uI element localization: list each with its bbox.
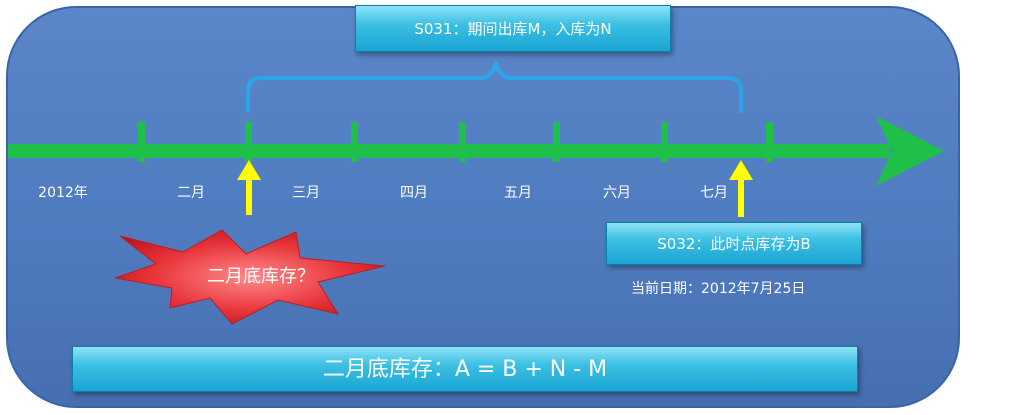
month-label: 七月 [700,185,728,201]
diagram-stage: 2012年 二月 三月 四月 五月 六月 七月 S031：期间出库M，入库为N … [0,0,1024,415]
month-label: 二月 [177,185,205,201]
february-marker-arrow [237,160,261,215]
tick-mark [138,122,145,162]
tick-mark [459,122,466,162]
question-label: 二月底库存？ [207,266,315,287]
tick-mark [245,122,252,162]
s032-balance-box: S032：此时点库存为B [606,222,862,265]
tick-mark [766,122,773,162]
month-label: 三月 [292,185,320,201]
month-label: 五月 [504,185,532,201]
month-label: 2012年 [38,185,88,201]
tick-mark [351,122,358,162]
period-brace [246,61,743,113]
month-label: 六月 [603,185,631,201]
tick-mark [661,122,668,162]
july-marker-arrow [729,160,753,217]
formula-box: 二月底库存：A = B + N - M [72,346,858,392]
s031-period-box: S031：期间出库M，入库为N [355,5,671,52]
tick-mark [553,122,560,162]
month-label: 四月 [400,185,428,201]
current-date-label: 当前日期：2012年7月25日 [631,281,806,297]
